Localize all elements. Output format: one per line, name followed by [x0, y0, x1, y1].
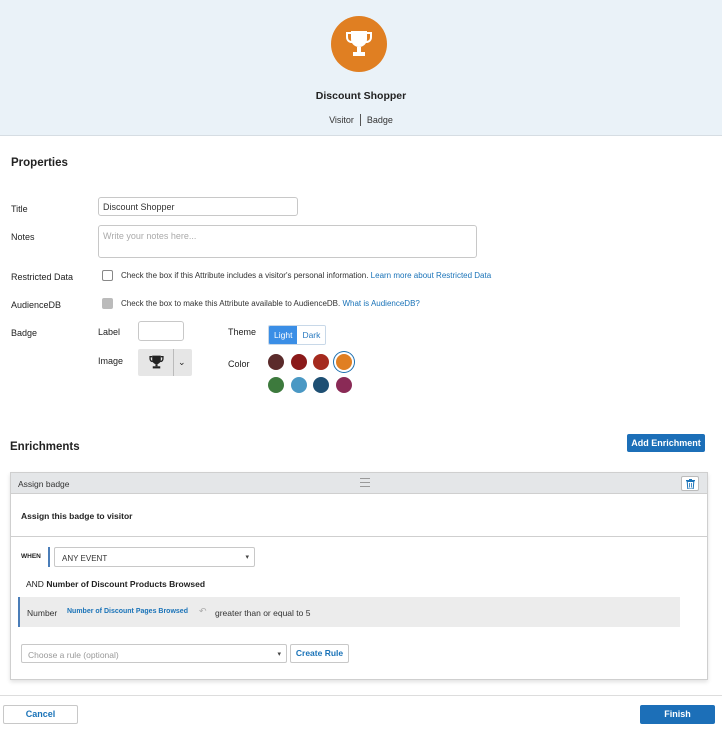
audiencedb-text: Check the box to make this Attribute ava… [121, 299, 341, 308]
separator [359, 114, 361, 126]
attribute-type-breadcrumb: Visitor Badge [0, 114, 722, 126]
badge-text-label: Label [98, 327, 121, 337]
and-value: Number of Discount Products Browsed [46, 579, 206, 589]
color-swatch[interactable] [268, 354, 284, 370]
restricted-data-link[interactable]: Learn more about Restricted Data [371, 271, 492, 280]
card-divider [11, 536, 707, 537]
enrichment-action: Assign this badge to visitor [21, 511, 133, 521]
color-swatch[interactable] [268, 377, 284, 393]
restricted-data-checkbox[interactable] [102, 270, 113, 281]
picker-divider [173, 349, 174, 376]
theme-toggle: Light Dark [268, 325, 327, 345]
when-label: WHEN [21, 553, 41, 560]
delete-enrichment-button[interactable] [681, 476, 699, 491]
choose-rule-placeholder: Choose a rule (optional) [28, 650, 119, 660]
audiencedb-label: AudienceDB [11, 300, 62, 310]
properties-heading: Properties [11, 157, 68, 169]
when-select-value: ANY EVENT [62, 554, 108, 563]
title-label: Title [11, 204, 28, 214]
color-label: Color [228, 359, 250, 369]
enrichment-card-title: Assign badge [18, 479, 70, 489]
enrichment-card-header: Assign badge [11, 473, 707, 494]
audiencedb-link[interactable]: What is AudienceDB? [342, 299, 419, 308]
color-swatch[interactable] [335, 354, 352, 370]
attribute-title: Discount Shopper [315, 90, 407, 102]
trophy-icon [346, 31, 372, 56]
and-label: AND [26, 579, 44, 589]
finish-button[interactable]: Finish [640, 705, 715, 724]
attribute-header: Discount Shopper Visitor Badge [0, 0, 722, 136]
rule-field-link[interactable]: Number of Discount Pages Browsed [67, 608, 188, 615]
theme-light-button[interactable]: Light [269, 326, 298, 344]
footer-divider [0, 695, 722, 696]
color-swatch[interactable] [313, 354, 329, 370]
theme-dark-button[interactable]: Dark [297, 326, 326, 344]
image-picker[interactable]: ⌄ [138, 349, 192, 376]
trash-icon [686, 479, 695, 489]
badge-label: Badge [11, 328, 38, 338]
dropdown-arrow-icon: ▾ [245, 554, 249, 561]
create-rule-button[interactable]: Create Rule [290, 644, 349, 663]
audiencedb-help: Check the box to make this Attribute ava… [121, 299, 420, 308]
choose-rule-select[interactable]: Choose a rule (optional) ▾ [21, 644, 287, 663]
when-select[interactable]: ANY EVENT ▾ [54, 547, 255, 567]
chevron-down-icon[interactable]: ⌄ [178, 357, 186, 368]
when-indicator [48, 547, 50, 567]
title-input[interactable] [98, 197, 298, 216]
badge-label-input[interactable] [138, 321, 184, 341]
rule-type: Number [27, 608, 58, 618]
restricted-data-text: Check the box if this Attribute includes… [121, 271, 369, 280]
color-swatch[interactable] [313, 377, 329, 393]
dropdown-arrow-icon: ▾ [277, 651, 281, 658]
image-label: Image [98, 356, 124, 366]
and-condition: AND Number of Discount Products Browsed [26, 579, 205, 589]
color-swatch[interactable] [290, 377, 307, 393]
restricted-data-label: Restricted Data [11, 272, 74, 282]
enrichments-heading: Enrichments [10, 441, 80, 453]
drag-handle-icon[interactable] [360, 478, 370, 487]
restricted-data-help: Check the box if this Attribute includes… [121, 271, 491, 280]
audiencedb-checkbox [102, 298, 113, 309]
trophy-icon [149, 355, 164, 369]
rule-condition: greater than or equal to 5 [215, 608, 311, 618]
theme-label: Theme [228, 327, 257, 337]
cancel-button[interactable]: Cancel [3, 705, 78, 724]
color-swatch[interactable] [335, 377, 352, 393]
notes-label: Notes [11, 232, 35, 242]
kind-label: Badge [366, 115, 393, 125]
notes-textarea[interactable] [98, 225, 477, 258]
add-enrichment-button[interactable]: Add Enrichment [627, 434, 705, 452]
color-swatch[interactable] [290, 354, 307, 370]
type-label: Visitor [329, 115, 354, 125]
undo-icon[interactable]: ↶ [199, 606, 207, 617]
badge-preview [331, 16, 387, 72]
rule-row[interactable]: Number Number of Discount Pages Browsed … [18, 597, 680, 627]
